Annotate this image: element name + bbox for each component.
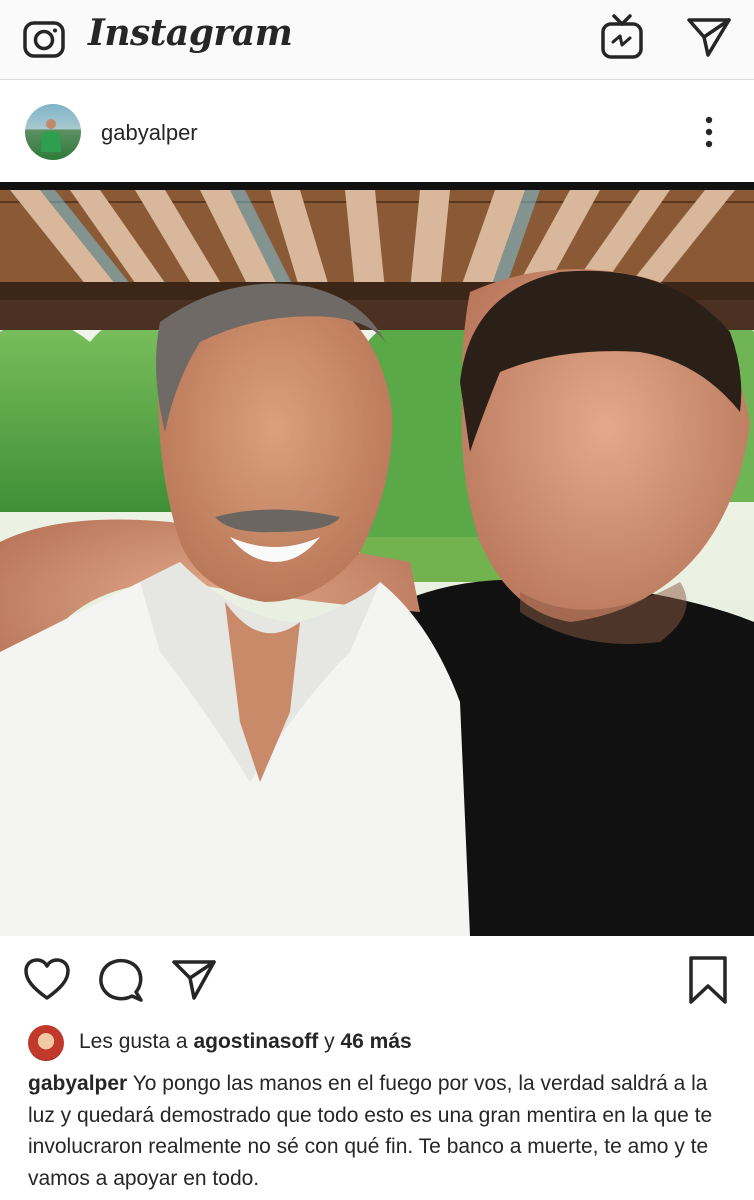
app-logo: Instagram [88,12,293,54]
post-username[interactable]: gabyalper [101,120,198,146]
likes-text[interactable]: Les gusta a agostinasoff y 46 más [79,1030,412,1054]
avatar[interactable] [25,104,81,160]
likes-others[interactable]: 46 más [340,1030,411,1053]
direct-message-icon[interactable] [686,16,732,58]
more-options-icon[interactable] [698,114,720,150]
heart-icon[interactable] [23,956,71,1004]
likes-joiner: y [324,1030,335,1053]
post-photo[interactable] [0,182,754,936]
post-header: gabyalper [0,82,754,182]
share-icon[interactable] [170,956,218,1004]
likes-prefix: Les gusta a [79,1030,188,1053]
igtv-icon[interactable] [600,14,644,60]
post-caption: gabyalper Yo pongo las manos en el fuego… [28,1068,734,1194]
camera-icon[interactable] [22,17,66,61]
comment-icon[interactable] [96,956,144,1004]
post-actions [0,936,754,1018]
liker-avatar[interactable] [28,1025,64,1061]
bookmark-icon[interactable] [684,956,732,1004]
caption-text: Yo pongo las manos en el fuego por vos, … [28,1072,713,1190]
likes-user[interactable]: agostinasoff [193,1030,318,1053]
top-bar: Instagram [0,0,754,80]
likes-row: Les gusta a agostinasoff y 46 más [0,1022,754,1064]
caption-username[interactable]: gabyalper [28,1072,127,1095]
